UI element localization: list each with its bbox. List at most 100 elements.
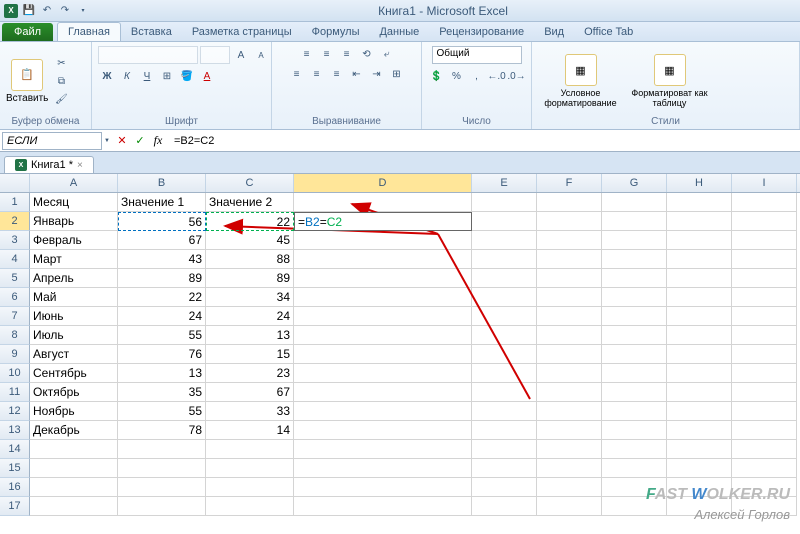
cell[interactable] bbox=[732, 212, 797, 231]
cell[interactable] bbox=[602, 440, 667, 459]
cell[interactable] bbox=[472, 307, 537, 326]
fill-color-icon[interactable]: 🪣 bbox=[178, 68, 196, 84]
cell[interactable]: Значение 1 bbox=[118, 193, 206, 212]
cell[interactable] bbox=[294, 288, 472, 307]
row-header[interactable]: 13 bbox=[0, 421, 30, 440]
copy-icon[interactable]: ⧉ bbox=[52, 73, 70, 89]
cell[interactable]: 13 bbox=[118, 364, 206, 383]
cell[interactable]: Февраль bbox=[30, 231, 118, 250]
spreadsheet-grid[interactable]: A B C D E F G H I 1МесяцЗначение 1Значен… bbox=[0, 174, 800, 516]
cell[interactable] bbox=[294, 307, 472, 326]
cell[interactable] bbox=[294, 250, 472, 269]
increase-font-icon[interactable]: A bbox=[232, 47, 250, 63]
font-color-icon[interactable]: A bbox=[198, 68, 216, 84]
col-header-E[interactable]: E bbox=[472, 174, 537, 192]
cell[interactable]: 67 bbox=[206, 383, 294, 402]
close-workbook-icon[interactable]: × bbox=[77, 160, 83, 171]
cell[interactable] bbox=[732, 364, 797, 383]
cell[interactable]: Март bbox=[30, 250, 118, 269]
cell[interactable] bbox=[206, 440, 294, 459]
redo-icon[interactable]: ↷ bbox=[58, 4, 72, 18]
paste-icon[interactable]: 📋 bbox=[11, 59, 43, 91]
cell[interactable]: Декабрь bbox=[30, 421, 118, 440]
cell[interactable] bbox=[294, 269, 472, 288]
cell[interactable]: 76 bbox=[118, 345, 206, 364]
cell[interactable] bbox=[732, 288, 797, 307]
enter-formula-icon[interactable]: ✓ bbox=[132, 133, 148, 149]
border-icon[interactable]: ⊞ bbox=[158, 68, 176, 84]
cell[interactable]: 22 bbox=[206, 212, 294, 231]
cell[interactable] bbox=[667, 364, 732, 383]
row-header[interactable]: 17 bbox=[0, 497, 30, 516]
align-bottom-icon[interactable]: ≡ bbox=[338, 46, 356, 62]
cell[interactable] bbox=[472, 364, 537, 383]
cell[interactable] bbox=[537, 326, 602, 345]
cell[interactable] bbox=[118, 497, 206, 516]
row-header[interactable]: 2 bbox=[0, 212, 30, 231]
tab-formulas[interactable]: Формулы bbox=[302, 23, 370, 41]
col-header-D[interactable]: D bbox=[294, 174, 472, 192]
cell[interactable] bbox=[294, 193, 472, 212]
cell[interactable]: 33 bbox=[206, 402, 294, 421]
comma-icon[interactable]: , bbox=[468, 68, 486, 84]
cell[interactable]: 89 bbox=[206, 269, 294, 288]
italic-button[interactable]: К bbox=[118, 68, 136, 84]
tab-insert[interactable]: Вставка bbox=[121, 23, 182, 41]
cell[interactable] bbox=[537, 364, 602, 383]
cell[interactable] bbox=[30, 497, 118, 516]
name-box[interactable] bbox=[2, 132, 102, 150]
font-size-dropdown[interactable] bbox=[200, 46, 230, 64]
decrease-indent-icon[interactable]: ⇤ bbox=[348, 66, 366, 82]
cell[interactable]: Июль bbox=[30, 326, 118, 345]
cell[interactable] bbox=[472, 193, 537, 212]
cell[interactable] bbox=[294, 497, 472, 516]
cell[interactable] bbox=[667, 345, 732, 364]
cell[interactable] bbox=[667, 193, 732, 212]
cell[interactable] bbox=[537, 212, 602, 231]
cell[interactable] bbox=[206, 478, 294, 497]
cell[interactable] bbox=[294, 459, 472, 478]
cell[interactable] bbox=[667, 231, 732, 250]
row-header[interactable]: 12 bbox=[0, 402, 30, 421]
row-header[interactable]: 4 bbox=[0, 250, 30, 269]
cell[interactable] bbox=[667, 421, 732, 440]
underline-button[interactable]: Ч bbox=[138, 68, 156, 84]
cell[interactable]: 88 bbox=[206, 250, 294, 269]
cell[interactable]: 78 bbox=[118, 421, 206, 440]
cell[interactable]: =B2=C2 bbox=[294, 212, 472, 231]
cell[interactable] bbox=[537, 459, 602, 478]
cell[interactable]: Октябрь bbox=[30, 383, 118, 402]
cell[interactable] bbox=[602, 212, 667, 231]
workbook-tab[interactable]: X Книга1 * × bbox=[4, 156, 94, 173]
cell[interactable] bbox=[472, 402, 537, 421]
cell[interactable] bbox=[537, 497, 602, 516]
cell[interactable] bbox=[537, 383, 602, 402]
cell[interactable]: Апрель bbox=[30, 269, 118, 288]
cell[interactable] bbox=[118, 459, 206, 478]
cell[interactable] bbox=[732, 326, 797, 345]
cell[interactable] bbox=[472, 288, 537, 307]
cell[interactable] bbox=[472, 478, 537, 497]
cell[interactable] bbox=[537, 440, 602, 459]
cell[interactable] bbox=[667, 402, 732, 421]
cell[interactable]: Июнь bbox=[30, 307, 118, 326]
row-header[interactable]: 14 bbox=[0, 440, 30, 459]
cell[interactable] bbox=[732, 231, 797, 250]
cell[interactable] bbox=[732, 402, 797, 421]
save-icon[interactable]: 💾 bbox=[22, 4, 36, 18]
row-header[interactable]: 7 bbox=[0, 307, 30, 326]
row-header[interactable]: 11 bbox=[0, 383, 30, 402]
cell[interactable] bbox=[602, 345, 667, 364]
cell[interactable] bbox=[602, 421, 667, 440]
tab-review[interactable]: Рецензирование bbox=[429, 23, 534, 41]
align-middle-icon[interactable]: ≡ bbox=[318, 46, 336, 62]
increase-decimal-icon[interactable]: ←.0 bbox=[488, 68, 506, 84]
cell[interactable] bbox=[472, 269, 537, 288]
cell[interactable] bbox=[118, 440, 206, 459]
cell[interactable]: 55 bbox=[118, 326, 206, 345]
cell[interactable] bbox=[537, 269, 602, 288]
col-header-C[interactable]: C bbox=[206, 174, 294, 192]
cell[interactable] bbox=[206, 497, 294, 516]
decrease-decimal-icon[interactable]: .0→ bbox=[508, 68, 526, 84]
col-header-A[interactable]: A bbox=[30, 174, 118, 192]
